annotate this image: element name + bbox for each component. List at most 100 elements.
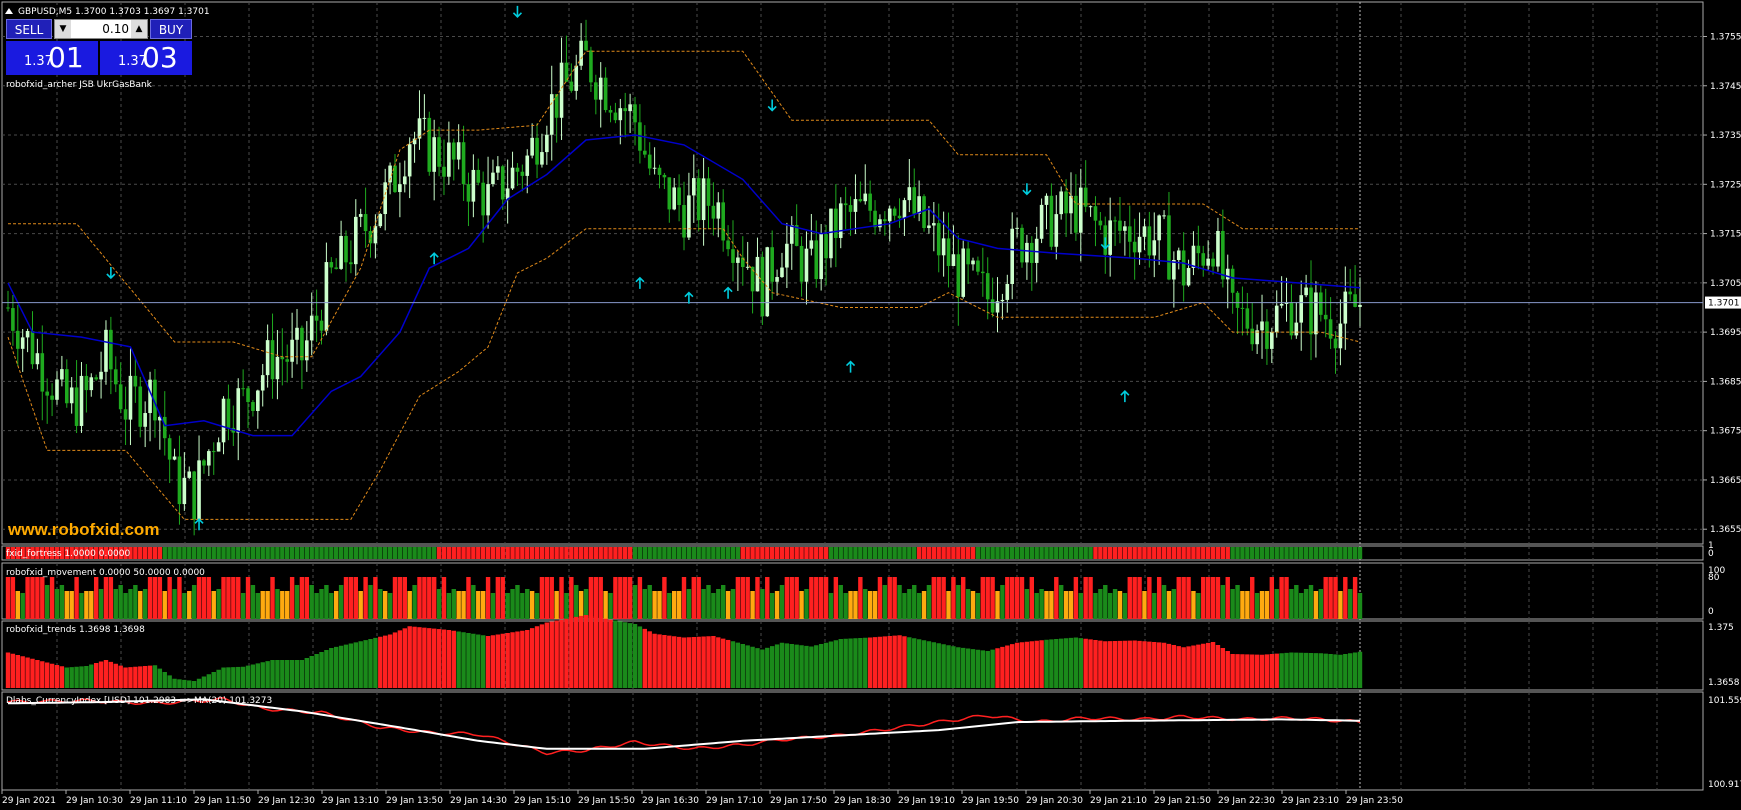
bear-candle bbox=[633, 104, 637, 123]
bull-candle bbox=[1142, 226, 1147, 237]
movement-bar bbox=[544, 577, 550, 619]
movement-bar bbox=[1308, 585, 1314, 619]
movement-bar bbox=[187, 591, 192, 619]
buy-button[interactable]: BUY bbox=[150, 19, 192, 39]
fortress-bar bbox=[1245, 547, 1250, 559]
movement-bar bbox=[951, 577, 956, 619]
fortress-bar bbox=[1029, 547, 1034, 559]
trend-bar bbox=[324, 650, 329, 688]
fortress-bar bbox=[686, 547, 692, 559]
bull-candle bbox=[172, 456, 177, 460]
trend-bar bbox=[1161, 642, 1167, 688]
trend-bar bbox=[843, 638, 848, 688]
fortress-bar bbox=[730, 547, 736, 559]
fortress-bar bbox=[1299, 547, 1304, 559]
movement-bar bbox=[1122, 593, 1128, 619]
bear-candle bbox=[1196, 245, 1201, 254]
fortress-bar bbox=[412, 547, 417, 559]
movement-bar bbox=[647, 585, 652, 619]
fortress-bar bbox=[363, 547, 368, 559]
movement-bar bbox=[578, 591, 584, 619]
lot-size-stepper[interactable]: ▼ ▲ bbox=[54, 19, 148, 39]
fortress-bar bbox=[1098, 547, 1103, 559]
movement-bar bbox=[1269, 577, 1275, 619]
bull-candle bbox=[143, 413, 147, 427]
fortress-bar bbox=[1181, 547, 1186, 559]
movement-bar bbox=[84, 591, 89, 619]
bear-candle bbox=[1265, 321, 1269, 349]
time-axis-label: 29 Jan 11:10 bbox=[130, 796, 187, 806]
bear-candle bbox=[1064, 191, 1068, 214]
trend-bar bbox=[490, 635, 496, 688]
movement-bar bbox=[74, 577, 79, 619]
fortress-bar bbox=[1250, 547, 1255, 559]
fortress-bar bbox=[843, 547, 848, 559]
fortress-bar bbox=[1054, 547, 1059, 559]
sell-button[interactable]: SELL bbox=[6, 19, 52, 39]
trend-bar bbox=[872, 637, 878, 688]
lot-increase-icon[interactable]: ▲ bbox=[131, 20, 147, 38]
lot-decrease-icon[interactable]: ▼ bbox=[55, 20, 71, 38]
trend-bar bbox=[265, 661, 270, 688]
bear-candle bbox=[985, 273, 990, 300]
trend-bar bbox=[951, 646, 956, 688]
fortress-bar bbox=[245, 547, 251, 559]
trend-bar bbox=[1196, 644, 1201, 688]
lot-size-input[interactable] bbox=[73, 20, 129, 38]
movement-bar bbox=[10, 577, 16, 619]
bear-candle bbox=[118, 384, 123, 410]
movement-bar bbox=[265, 591, 270, 619]
bear-candle bbox=[481, 182, 485, 216]
fortress-bar bbox=[1186, 547, 1191, 559]
fortress-bar bbox=[299, 547, 305, 559]
up-arrow-icon bbox=[194, 518, 204, 531]
movement-bar bbox=[5, 577, 11, 619]
fortress-bar bbox=[270, 547, 275, 559]
fortress-bar bbox=[1294, 547, 1299, 559]
bull-candle bbox=[260, 375, 265, 391]
bull-candle bbox=[69, 387, 74, 404]
sell-price-quote[interactable]: 1.37 01 bbox=[6, 41, 98, 75]
buy-price-quote[interactable]: 1.37 03 bbox=[100, 41, 192, 75]
trend-bar bbox=[382, 635, 388, 688]
movement-bar bbox=[1098, 589, 1103, 619]
bear-candle bbox=[657, 167, 662, 175]
time-axis-label: 29 Jan 10:30 bbox=[66, 796, 123, 806]
movement-bar bbox=[525, 589, 530, 619]
movement-bar bbox=[574, 585, 579, 619]
chart-canvas[interactable]: 1.3755 1.3745 1.3735 1.3725 1.3715 1.3705 1.36… bbox=[0, 0, 1741, 810]
trend-bar bbox=[1357, 651, 1363, 688]
movement-bar bbox=[1201, 577, 1206, 619]
movement-bar bbox=[613, 577, 618, 619]
trend-bar bbox=[867, 637, 873, 688]
trend-bar bbox=[623, 622, 628, 688]
trend-bar bbox=[128, 667, 133, 688]
bear-candle bbox=[696, 178, 701, 221]
trend-bar bbox=[250, 664, 256, 688]
bear-candle bbox=[1098, 220, 1103, 226]
bull-candle bbox=[691, 178, 696, 196]
bear-candle bbox=[476, 169, 481, 183]
movement-bar bbox=[716, 589, 721, 619]
movement-bar bbox=[1005, 577, 1010, 619]
bear-candle bbox=[1093, 206, 1098, 221]
fortress-bar bbox=[490, 547, 496, 559]
fortress-bar bbox=[152, 547, 158, 559]
time-axis-label: 29 Jan 19:10 bbox=[898, 796, 955, 806]
trend-bar bbox=[338, 645, 344, 688]
time-axis-label: 29 Jan 17:10 bbox=[706, 796, 763, 806]
fortress-bar bbox=[985, 547, 990, 559]
trend-bar bbox=[755, 648, 760, 688]
trend-bar bbox=[676, 636, 682, 688]
trend-bar bbox=[123, 667, 128, 688]
fortress-bar bbox=[863, 547, 868, 559]
movement-bar bbox=[642, 589, 648, 619]
movement-bar bbox=[412, 585, 417, 619]
trend-bar bbox=[64, 667, 69, 688]
movement-bar bbox=[1088, 577, 1093, 619]
trend-bar bbox=[304, 658, 310, 688]
bull-candle bbox=[1039, 204, 1044, 239]
movement-bar bbox=[1220, 585, 1226, 619]
trend-bar bbox=[456, 631, 461, 688]
fortress-bar bbox=[461, 547, 466, 559]
